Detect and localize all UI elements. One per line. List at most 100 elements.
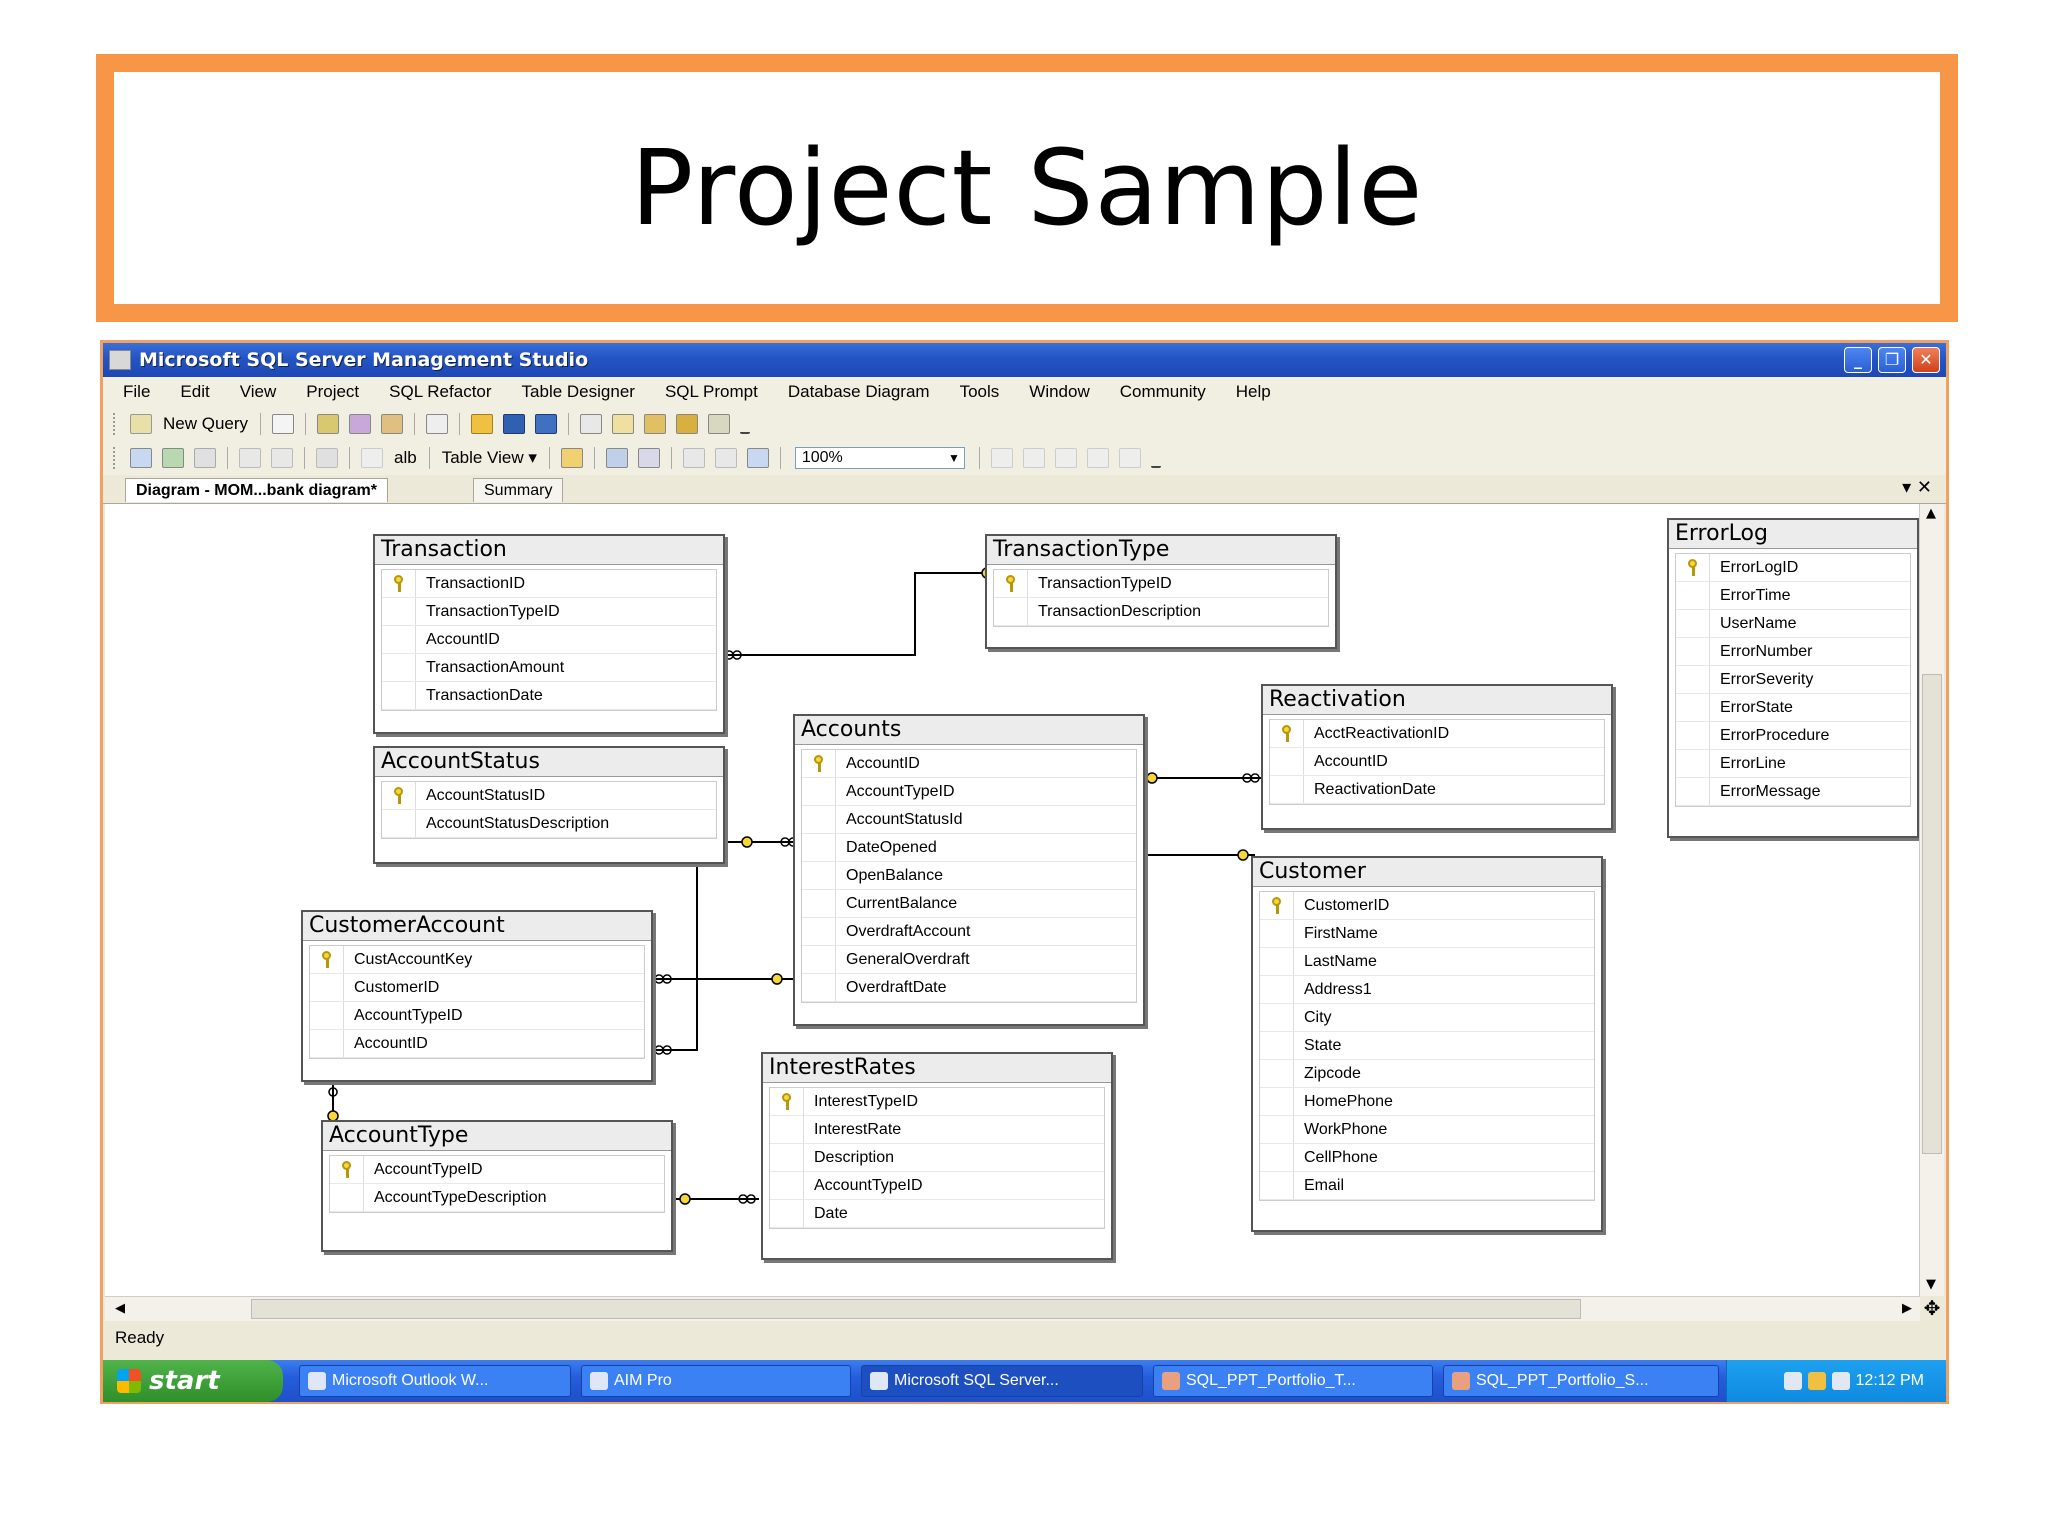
column-row[interactable]: State xyxy=(1260,1032,1594,1060)
scroll-down-icon[interactable]: ▼ xyxy=(1926,1277,1936,1292)
arrange-tables-icon[interactable] xyxy=(746,448,769,468)
column-row[interactable]: OverdraftAccount xyxy=(802,918,1136,946)
column-row[interactable]: GeneralOverdraft xyxy=(802,946,1136,974)
table-reactivation[interactable]: Reactivation AcctReactivationID AccountI… xyxy=(1261,684,1613,830)
menu-table-designer[interactable]: Table Designer xyxy=(522,382,635,402)
table-accounttype[interactable]: AccountType AccountTypeID AccountTypeDes… xyxy=(321,1120,673,1252)
scroll-left-icon[interactable]: ◀ xyxy=(115,1301,125,1316)
table-accountstatus[interactable]: AccountStatus AccountStatusID AccountSta… xyxy=(373,746,725,864)
column-row[interactable]: ReactivationDate xyxy=(1270,776,1604,804)
column-row[interactable]: AccountID xyxy=(802,750,1136,778)
taskbar-item-ppt-t[interactable]: SQL_PPT_Portfolio_T... xyxy=(1153,1365,1433,1397)
column-row[interactable]: FirstName xyxy=(1260,920,1594,948)
menu-sql-refactor[interactable]: SQL Refactor xyxy=(389,382,491,402)
template-explorer-icon[interactable] xyxy=(644,414,667,434)
tab-summary[interactable]: Summary xyxy=(473,478,564,502)
close-button[interactable]: ✕ xyxy=(1912,347,1940,373)
column-row[interactable]: CellPhone xyxy=(1260,1144,1594,1172)
column-row[interactable]: AccountStatusID xyxy=(382,782,716,810)
column-row[interactable]: OverdraftDate xyxy=(802,974,1136,1002)
vertical-scroll-thumb[interactable] xyxy=(1922,674,1942,1154)
add-table-icon[interactable] xyxy=(130,448,152,468)
taskbar-item-ssms[interactable]: Microsoft SQL Server... xyxy=(861,1365,1143,1397)
column-row[interactable]: TransactionDescription xyxy=(994,598,1328,626)
column-row[interactable]: CustomerID xyxy=(1260,892,1594,920)
menu-tools[interactable]: Tools xyxy=(960,382,1000,402)
taskbar-item-outlook[interactable]: Microsoft Outlook W... xyxy=(299,1365,571,1397)
xmla-query-icon[interactable] xyxy=(381,414,404,434)
registered-servers-icon[interactable] xyxy=(580,414,603,434)
tray-expand-icon[interactable] xyxy=(1783,1372,1802,1390)
tab-diagram[interactable]: Diagram - MOM...bank diagram* xyxy=(125,478,388,502)
column-row[interactable]: ErrorState xyxy=(1676,694,1910,722)
horizontal-scroll-thumb[interactable] xyxy=(251,1299,1581,1319)
zoom-select[interactable]: 100% ▼ xyxy=(794,447,965,469)
column-row[interactable]: TransactionTypeID xyxy=(994,570,1328,598)
aim-tray-icon[interactable] xyxy=(1831,1372,1850,1390)
column-row[interactable]: AccountTypeID xyxy=(310,1002,644,1030)
column-row[interactable]: TransactionID xyxy=(382,570,716,598)
column-row[interactable]: ErrorSeverity xyxy=(1676,666,1910,694)
column-row[interactable]: CurrentBalance xyxy=(802,890,1136,918)
new-query-icon[interactable] xyxy=(130,414,152,434)
column-row[interactable]: InterestTypeID xyxy=(770,1088,1104,1116)
database-engine-query-icon[interactable] xyxy=(317,414,340,434)
menu-edit[interactable]: Edit xyxy=(180,382,209,402)
new-file-icon[interactable] xyxy=(272,414,295,434)
column-row[interactable]: AccountID xyxy=(1270,748,1604,776)
menu-view[interactable]: View xyxy=(240,382,277,402)
vertical-scrollbar[interactable]: ▲ ▼ xyxy=(1919,504,1944,1296)
column-row[interactable]: City xyxy=(1260,1004,1594,1032)
column-row[interactable]: AccountTypeID xyxy=(770,1172,1104,1200)
column-row[interactable]: AccountStatusId xyxy=(802,806,1136,834)
column-row[interactable]: DateOpened xyxy=(802,834,1136,862)
table-accounts[interactable]: Accounts AccountID AccountTypeID Account… xyxy=(793,714,1145,1026)
menu-community[interactable]: Community xyxy=(1120,382,1206,402)
taskbar-item-ppt-s[interactable]: SQL_PPT_Portfolio_S... xyxy=(1443,1365,1719,1397)
u3-icon[interactable] xyxy=(1807,1372,1826,1390)
toolbar-grip[interactable] xyxy=(113,413,119,435)
table-customeraccount[interactable]: CustomerAccount CustAccountKey CustomerI… xyxy=(301,910,653,1082)
toolbar-grip-2[interactable] xyxy=(113,447,119,469)
diagram-canvas[interactable]: Transaction TransactionID TransactionTyp… xyxy=(105,504,1925,1296)
column-row[interactable]: AccountTypeDescription xyxy=(330,1184,664,1212)
pan-icon[interactable]: ✥ xyxy=(1920,1296,1944,1320)
column-row[interactable]: OpenBalance xyxy=(802,862,1136,890)
menu-window[interactable]: Window xyxy=(1029,382,1089,402)
save-icon[interactable] xyxy=(503,414,526,434)
zoom-dropdown-arrow-icon[interactable]: ▼ xyxy=(948,448,960,468)
column-row[interactable]: Description xyxy=(770,1144,1104,1172)
object-explorer-icon[interactable] xyxy=(612,414,635,434)
column-row[interactable]: HomePhone xyxy=(1260,1088,1594,1116)
horizontal-scrollbar[interactable]: ◀ ▶ xyxy=(105,1296,1920,1321)
scroll-right-icon[interactable]: ▶ xyxy=(1902,1301,1912,1316)
recalculate-page-breaks-icon[interactable] xyxy=(637,448,660,468)
column-row[interactable]: Address1 xyxy=(1260,976,1594,1004)
table-transactiontype[interactable]: TransactionType TransactionTypeID Transa… xyxy=(985,534,1337,649)
minimize-button[interactable]: _ xyxy=(1844,347,1872,373)
menu-database-diagram[interactable]: Database Diagram xyxy=(788,382,930,402)
new-text-annotation-button[interactable]: alb xyxy=(394,448,417,468)
column-row[interactable]: ErrorLogID xyxy=(1676,554,1910,582)
column-row[interactable]: AccountTypeID xyxy=(802,778,1136,806)
show-relationship-labels-icon[interactable] xyxy=(560,448,583,468)
add-existing-item-icon[interactable] xyxy=(426,414,449,434)
menu-file[interactable]: File xyxy=(123,382,150,402)
toolbar-overflow-icon[interactable] xyxy=(740,414,751,434)
properties-window-icon[interactable] xyxy=(708,414,731,434)
menu-help[interactable]: Help xyxy=(1236,382,1271,402)
column-row[interactable]: TransactionAmount xyxy=(382,654,716,682)
start-button[interactable]: start xyxy=(103,1360,283,1402)
column-row[interactable]: Date xyxy=(770,1200,1104,1228)
column-row[interactable]: UserName xyxy=(1676,610,1910,638)
view-page-breaks-icon[interactable] xyxy=(605,448,628,468)
column-row[interactable]: Zipcode xyxy=(1260,1060,1594,1088)
solution-explorer-icon[interactable] xyxy=(676,414,699,434)
column-row[interactable]: ErrorLine xyxy=(1676,750,1910,778)
menu-project[interactable]: Project xyxy=(306,382,359,402)
column-row[interactable]: ErrorNumber xyxy=(1676,638,1910,666)
column-row[interactable]: AccountStatusDescription xyxy=(382,810,716,838)
column-row[interactable]: CustomerID xyxy=(310,974,644,1002)
restore-button[interactable]: ❐ xyxy=(1878,347,1906,373)
column-row[interactable]: ErrorMessage xyxy=(1676,778,1910,806)
